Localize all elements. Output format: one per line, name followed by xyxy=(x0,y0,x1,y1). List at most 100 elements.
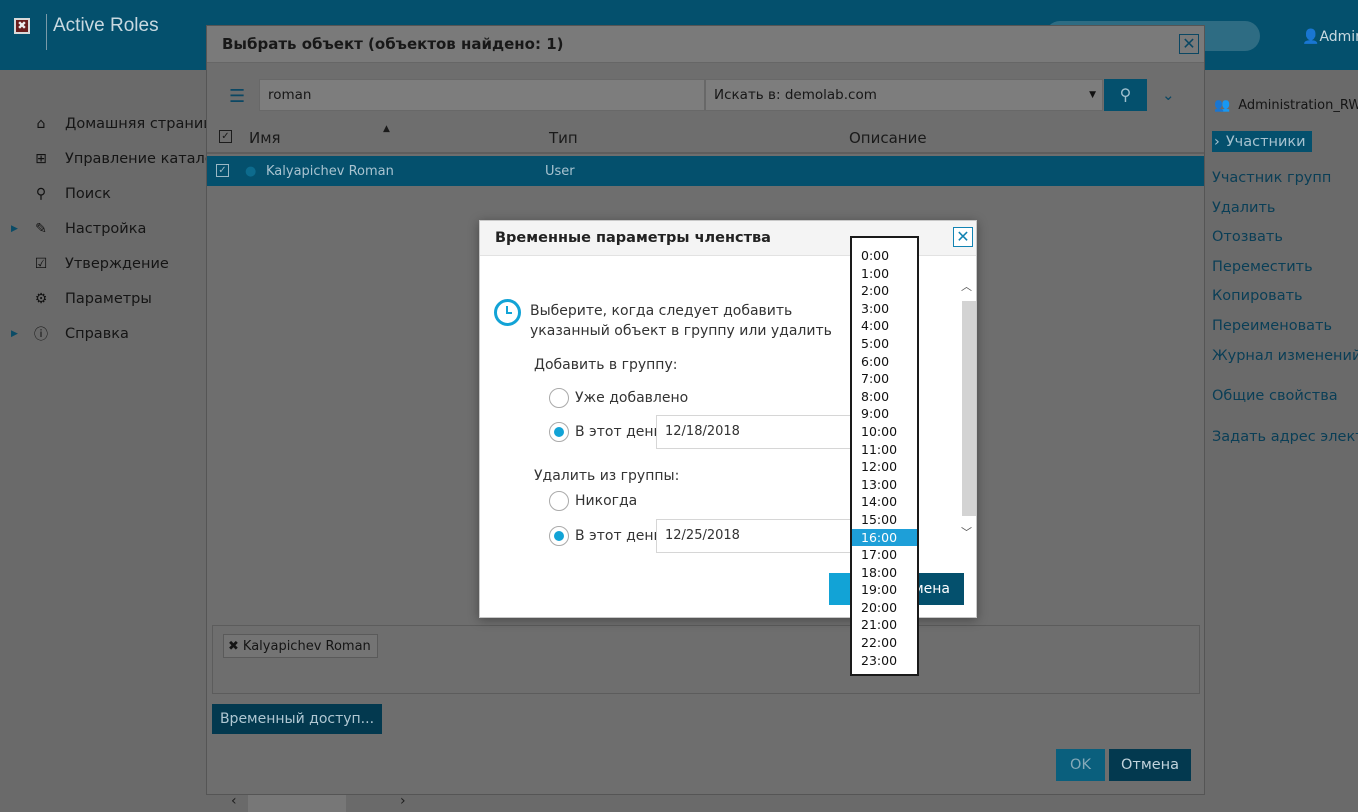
already-added-label: Уже добавлено xyxy=(575,390,689,406)
nav-item-label: Управление каталогом xyxy=(65,151,206,167)
nav-item-label: Поиск xyxy=(65,186,111,202)
time-option[interactable]: 23:00 xyxy=(852,652,917,670)
expand-arrow-icon[interactable]: ▶ xyxy=(11,329,18,339)
chevron-down-icon[interactable]: ﹀ xyxy=(961,524,972,540)
chevron-right-icon[interactable]: › xyxy=(400,793,406,809)
user-icon: ● xyxy=(245,164,257,179)
modal-scrollbar[interactable]: ︿ ﹀ xyxy=(961,266,978,551)
time-option[interactable]: 3:00 xyxy=(852,300,917,318)
nav-item[interactable]: ⌂ Домашняя страница xyxy=(0,112,206,136)
cancel-button[interactable]: Отмена xyxy=(1109,749,1191,781)
remove-date-input[interactable]: 12/25/2018 xyxy=(656,519,856,553)
time-option[interactable]: 2:00 xyxy=(852,282,917,300)
nav-item[interactable]: ⚲ Поиск xyxy=(0,182,206,206)
time-option[interactable]: 0:00 xyxy=(852,247,917,265)
expand-arrow-icon[interactable]: ▶ xyxy=(11,224,18,234)
time-option[interactable]: 17:00 xyxy=(852,546,917,564)
time-option[interactable]: 18:00 xyxy=(852,564,917,582)
search-button[interactable]: ⚲ xyxy=(1104,79,1147,111)
nav-item-label: Утверждение xyxy=(65,256,169,272)
column-header-type[interactable]: Тип xyxy=(549,129,578,147)
selected-objects-box: ✖ Kalyapichev Roman xyxy=(212,625,1200,694)
row-checkbox[interactable]: ✓ xyxy=(216,164,229,177)
search-scope-select[interactable]: Искать в: demolab.com ▼ xyxy=(705,79,1103,111)
remove-icon[interactable]: ✖ xyxy=(228,639,239,654)
close-icon[interactable]: ✕ xyxy=(1179,34,1199,54)
time-dropdown-list[interactable]: 0:00 1:00 2:00 3:00 4:00 5:00 6:00 7:00 8:00 9:00… xyxy=(850,236,919,676)
time-option[interactable]: 21:00 xyxy=(852,616,917,634)
right-panel-link[interactable]: Переместить xyxy=(1212,259,1313,275)
checkbox-icon: ☑ xyxy=(34,256,48,272)
clock-icon xyxy=(494,299,521,326)
column-header-name[interactable]: Имя xyxy=(249,129,281,147)
chevron-left-icon[interactable]: ‹ xyxy=(231,793,237,809)
time-option[interactable]: 14:00 xyxy=(852,493,917,511)
sort-ascending-icon: ▲ xyxy=(383,124,390,134)
nav-item[interactable]: ⚙ Параметры xyxy=(0,287,206,311)
nav-item-label: Домашняя страница xyxy=(65,116,206,132)
right-panel-link[interactable]: Участник групп xyxy=(1212,170,1331,186)
search-input[interactable]: roman xyxy=(259,79,705,111)
column-header-description[interactable]: Описание xyxy=(849,129,927,147)
time-option[interactable]: 12:00 xyxy=(852,458,917,476)
time-option[interactable]: 19:00 xyxy=(852,581,917,599)
pager-track xyxy=(248,795,346,812)
remove-section-label: Удалить из группы: xyxy=(534,468,680,484)
chevron-up-icon[interactable]: ︿ xyxy=(961,278,972,294)
user-menu[interactable]: 👤Admini xyxy=(1302,29,1358,45)
temporal-access-button[interactable]: Временный доступ... xyxy=(212,704,382,734)
app-title: Active Roles xyxy=(53,15,159,36)
time-option[interactable]: 10:00 xyxy=(852,423,917,441)
chevron-down-icon[interactable]: ⌄ xyxy=(1162,86,1175,104)
remove-on-date-radio[interactable] xyxy=(549,526,569,546)
header-divider xyxy=(46,14,47,50)
gear-icon: ⚙ xyxy=(34,291,48,307)
right-panel-link[interactable]: Отозвать xyxy=(1212,229,1283,245)
results-grid-header: ✓ Имя ▲ Тип Описание xyxy=(207,124,1204,154)
right-panel-link[interactable]: Удалить xyxy=(1212,200,1275,216)
time-option[interactable]: 22:00 xyxy=(852,634,917,652)
right-panel-title: 👥 Administration_RW xyxy=(1214,98,1358,113)
right-panel-link[interactable]: Переименовать xyxy=(1212,318,1332,334)
remove-on-date-label: В этот день: xyxy=(575,528,667,544)
time-option[interactable]: 20:00 xyxy=(852,599,917,617)
nav-item[interactable]: ▶ ✎ Настройка xyxy=(0,217,206,241)
already-added-radio[interactable] xyxy=(549,388,569,408)
right-panel-link[interactable]: Журнал изменений xyxy=(1212,348,1358,364)
table-row[interactable]: ✓ ● Kalyapichev Roman User xyxy=(207,156,1204,186)
time-option[interactable]: 15:00 xyxy=(852,511,917,529)
right-panel-link[interactable]: Задать адрес электро xyxy=(1212,429,1358,445)
search-icon: ⚲ xyxy=(35,186,47,202)
dialog-titlebar: Выбрать объект (объектов найдено: 1) ✕ xyxy=(207,26,1204,63)
close-icon[interactable]: ✕ xyxy=(953,227,973,247)
never-radio[interactable] xyxy=(549,491,569,511)
nav-item[interactable]: ⊞ Управление каталогом xyxy=(0,147,206,171)
nav-item[interactable]: ☑ Утверждение xyxy=(0,252,206,276)
nav-item[interactable]: ▶ ⓘ Справка xyxy=(0,322,206,346)
select-all-checkbox[interactable]: ✓ xyxy=(219,130,232,143)
sitemap-icon: ⊞ xyxy=(35,151,47,167)
right-panel-link[interactable]: Копировать xyxy=(1212,288,1303,304)
add-date-input[interactable]: 12/18/2018 xyxy=(656,415,856,449)
time-option[interactable]: 11:00 xyxy=(852,441,917,459)
time-option[interactable]: 13:00 xyxy=(852,476,917,494)
never-label: Никогда xyxy=(575,493,638,509)
time-option[interactable]: 1:00 xyxy=(852,265,917,283)
time-option[interactable]: 5:00 xyxy=(852,335,917,353)
time-option[interactable]: 9:00 xyxy=(852,405,917,423)
right-link-members[interactable]: › Участники xyxy=(1212,131,1312,152)
selected-object-chip: ✖ Kalyapichev Roman xyxy=(223,634,378,658)
ok-button[interactable]: OK xyxy=(1056,749,1105,781)
right-action-panel: 👥 Administration_RW › Участники Участник… xyxy=(1204,70,1358,812)
right-panel-link[interactable]: Общие свойства xyxy=(1212,388,1338,404)
add-on-date-radio[interactable] xyxy=(549,422,569,442)
scrollbar-thumb[interactable] xyxy=(962,301,976,516)
time-option[interactable]: 8:00 xyxy=(852,388,917,406)
time-option[interactable]: 4:00 xyxy=(852,317,917,335)
time-option[interactable]: 7:00 xyxy=(852,370,917,388)
time-option[interactable]: 6:00 xyxy=(852,353,917,371)
nav-item-label: Настройка xyxy=(65,221,147,237)
menu-icon[interactable]: ☰ xyxy=(229,86,245,107)
nav-item-label: Параметры xyxy=(65,291,152,307)
time-option[interactable]: 16:00 xyxy=(852,528,917,547)
